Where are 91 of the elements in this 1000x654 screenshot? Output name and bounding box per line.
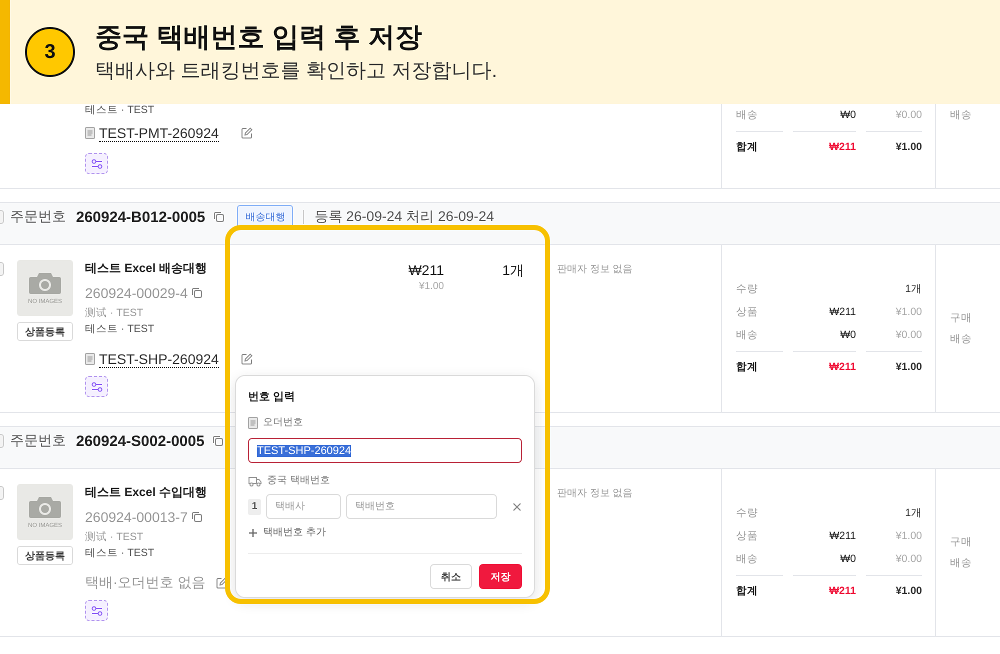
copy-icon[interactable] (190, 511, 203, 523)
action-text: 배송 (950, 332, 973, 346)
summary-value: ₩211 (828, 305, 856, 320)
total-krw: ₩211 (793, 131, 856, 159)
carrier-field[interactable]: 택배사 (266, 494, 341, 519)
total-cny: ¥1.00 (866, 131, 922, 159)
truck-icon (248, 476, 262, 486)
action-text: 배송 (950, 556, 973, 570)
product-name: 테스트 Excel 배송대행 (85, 260, 208, 277)
copy-icon[interactable] (190, 287, 203, 299)
summary-value: ₩0 (839, 552, 856, 567)
copy-icon[interactable] (213, 211, 226, 223)
summary-label: 배송 (736, 108, 759, 123)
field-label: 중국 택배번호 (267, 474, 330, 488)
summary-label: 배송 (736, 552, 759, 567)
summary-value: ¥0.00 (894, 552, 922, 567)
option-text: 테스트 · TEST (85, 322, 154, 337)
summary-label: 상품 (736, 529, 759, 544)
summary-value: ₩0 (839, 328, 856, 343)
register-button[interactable]: 상품등록 (17, 546, 73, 565)
add-tracking-button[interactable]: 택배번호 추가 (248, 525, 326, 541)
edit-icon[interactable] (240, 127, 253, 139)
row-index: 1 (248, 498, 261, 514)
document-icon (85, 127, 95, 139)
product-name: 테스트 Excel 수입대행 (85, 484, 208, 501)
total-cny: ¥1.00 (866, 351, 922, 379)
total-krw: ₩211 (793, 351, 856, 379)
option-text: 테스트 · TEST (85, 546, 154, 561)
quantity: 1개 (501, 261, 525, 280)
cancel-button[interactable]: 취소 (430, 564, 472, 589)
summary-value: ¥0.00 (894, 108, 922, 123)
edit-icon[interactable] (216, 577, 228, 589)
document-icon (85, 353, 95, 365)
total-label: 합계 (736, 131, 783, 159)
popover-title: 번호 입력 (248, 390, 296, 405)
save-button[interactable]: 저장 (479, 564, 522, 589)
total-label: 합계 (736, 575, 783, 603)
order-number-label: 주문번호 (10, 432, 66, 450)
plus-icon (248, 528, 258, 538)
total-cny: ¥1.00 (866, 575, 922, 603)
price-cny: ¥1.00 (418, 280, 444, 294)
action-text: 배송 (950, 108, 973, 122)
copy-icon[interactable] (212, 435, 224, 447)
order-dates: 등록 26-09-24 처리 26-09-24 (314, 208, 494, 226)
guide-subtitle: 택배사와 트래킹번호를 확인하고 저장합니다. (95, 59, 498, 84)
tracking-empty-text: 택배·오더번호 없음 (85, 574, 206, 592)
sliders-icon (90, 604, 102, 616)
document-icon (248, 417, 258, 429)
guide-title: 중국 택배번호 입력 후 저장 (95, 21, 424, 54)
summary-label: 배송 (736, 328, 759, 343)
order-number-label: 주문번호 (10, 208, 66, 226)
option-text: 테스트 · TEST (85, 104, 154, 116)
product-code: 260924-00013-7 (85, 508, 188, 527)
edit-icon[interactable] (240, 353, 253, 365)
price-krw: ₩211 (407, 261, 444, 280)
tracking-number-field[interactable]: 택배번호 (346, 494, 497, 519)
order-number: 260924-B012-0005 (76, 208, 206, 226)
sliders-icon (90, 380, 102, 392)
options-button[interactable] (85, 600, 108, 621)
order-number-field[interactable]: TEST-SHP-260924 (248, 438, 522, 463)
summary-value: ¥0.00 (894, 328, 922, 343)
tracking-link[interactable]: TEST-PMT-260924 (99, 124, 219, 142)
options-button[interactable] (85, 153, 108, 174)
field-label: 오더번호 (263, 416, 303, 430)
seller-text: 판매자 정보 없음 (556, 263, 634, 277)
action-text: 구매 (950, 535, 973, 549)
summary-value: 1개 (904, 282, 922, 297)
summary-value: ₩0 (839, 108, 856, 123)
action-text: 구매 (950, 311, 973, 325)
tracking-link[interactable]: TEST-SHP-260924 (99, 350, 219, 368)
camera-icon (28, 271, 62, 295)
summary-label: 수량 (736, 282, 759, 297)
camera-icon (28, 495, 62, 519)
options-button[interactable] (85, 376, 108, 397)
option-text: 测试 · TEST (85, 306, 144, 321)
register-button[interactable]: 상품등록 (17, 322, 73, 341)
summary-value: 1개 (904, 506, 922, 521)
summary-value: ₩211 (828, 529, 856, 544)
summary-label: 상품 (736, 305, 759, 320)
option-text: 测试 · TEST (85, 530, 144, 545)
summary-value: ¥1.00 (894, 305, 922, 320)
step-badge: 3 (25, 27, 75, 77)
total-label: 합계 (736, 351, 783, 379)
seller-text: 판매자 정보 없음 (556, 487, 634, 501)
close-icon[interactable] (512, 502, 522, 512)
sliders-icon (90, 158, 102, 170)
summary-label: 수량 (736, 506, 759, 521)
product-code: 260924-00029-4 (85, 284, 188, 303)
order-number: 260924-S002-0005 (76, 432, 204, 450)
summary-value: ¥1.00 (894, 529, 922, 544)
total-krw: ₩211 (793, 575, 856, 603)
